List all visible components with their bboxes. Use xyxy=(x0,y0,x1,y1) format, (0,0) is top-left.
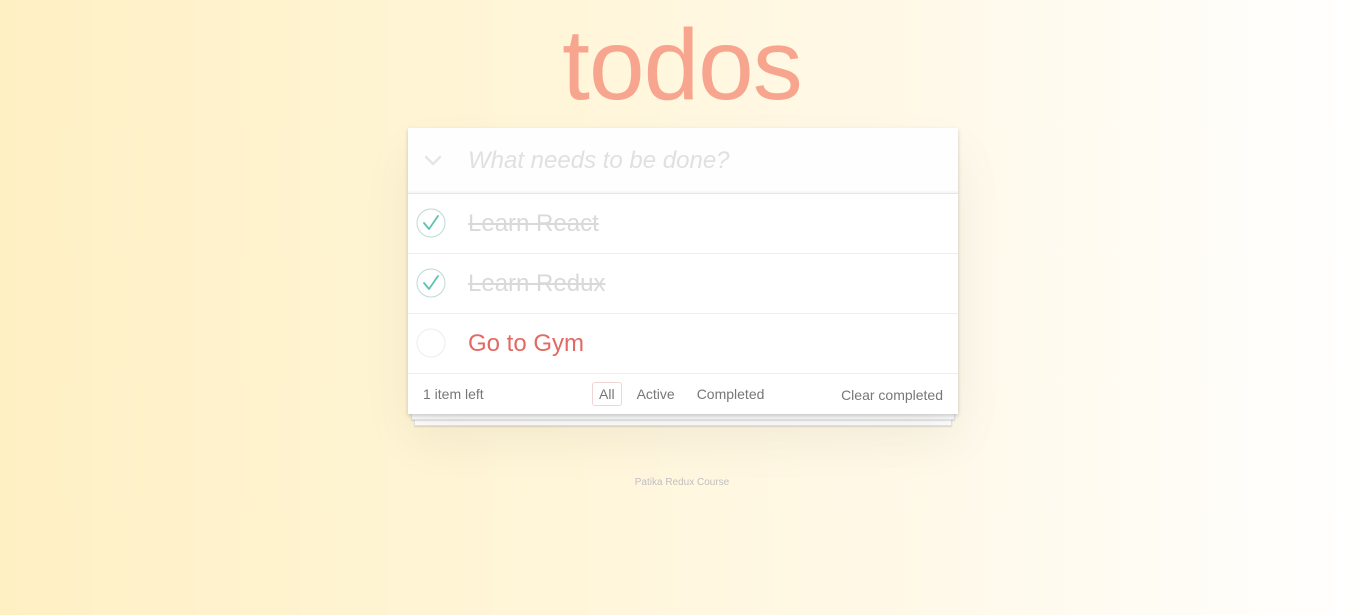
todo-header xyxy=(408,128,958,194)
todo-item: Go to Gym xyxy=(408,314,958,374)
filter-active-link[interactable]: Active xyxy=(630,382,682,406)
filter-item: Completed xyxy=(690,382,772,406)
todo-item: Learn React xyxy=(408,194,958,254)
filter-item: Active xyxy=(630,382,682,406)
todo-label[interactable]: Learn React xyxy=(468,194,599,253)
todo-list: Learn React Learn Redux Go to Gym xyxy=(408,194,958,374)
page-footer-credit: Patika Redux Course xyxy=(634,477,730,488)
todo-card-stack: Learn React Learn Redux Go to Gym xyxy=(408,128,958,414)
check-circle-icon[interactable] xyxy=(416,268,446,298)
chevron-down-icon[interactable] xyxy=(418,144,448,178)
filters: All Active Completed xyxy=(592,382,771,406)
filter-all-link[interactable]: All xyxy=(592,382,622,406)
check-circle-icon[interactable] xyxy=(416,208,446,238)
empty-circle-icon[interactable] xyxy=(416,328,446,358)
todo-footer: 1 item left All Active Completed Clear c… xyxy=(408,374,958,414)
todo-label[interactable]: Learn Redux xyxy=(468,254,605,313)
todo-label[interactable]: Go to Gym xyxy=(468,314,584,373)
app-title: todos xyxy=(562,9,803,121)
items-left-count: 1 item left xyxy=(423,386,484,402)
todo-app: Learn React Learn Redux Go to Gym xyxy=(408,128,958,414)
new-todo-input[interactable] xyxy=(468,128,938,193)
filter-completed-link[interactable]: Completed xyxy=(690,382,772,406)
filter-item: All xyxy=(592,382,622,406)
todo-item: Learn Redux xyxy=(408,254,958,314)
clear-completed-button[interactable]: Clear completed xyxy=(841,375,943,415)
